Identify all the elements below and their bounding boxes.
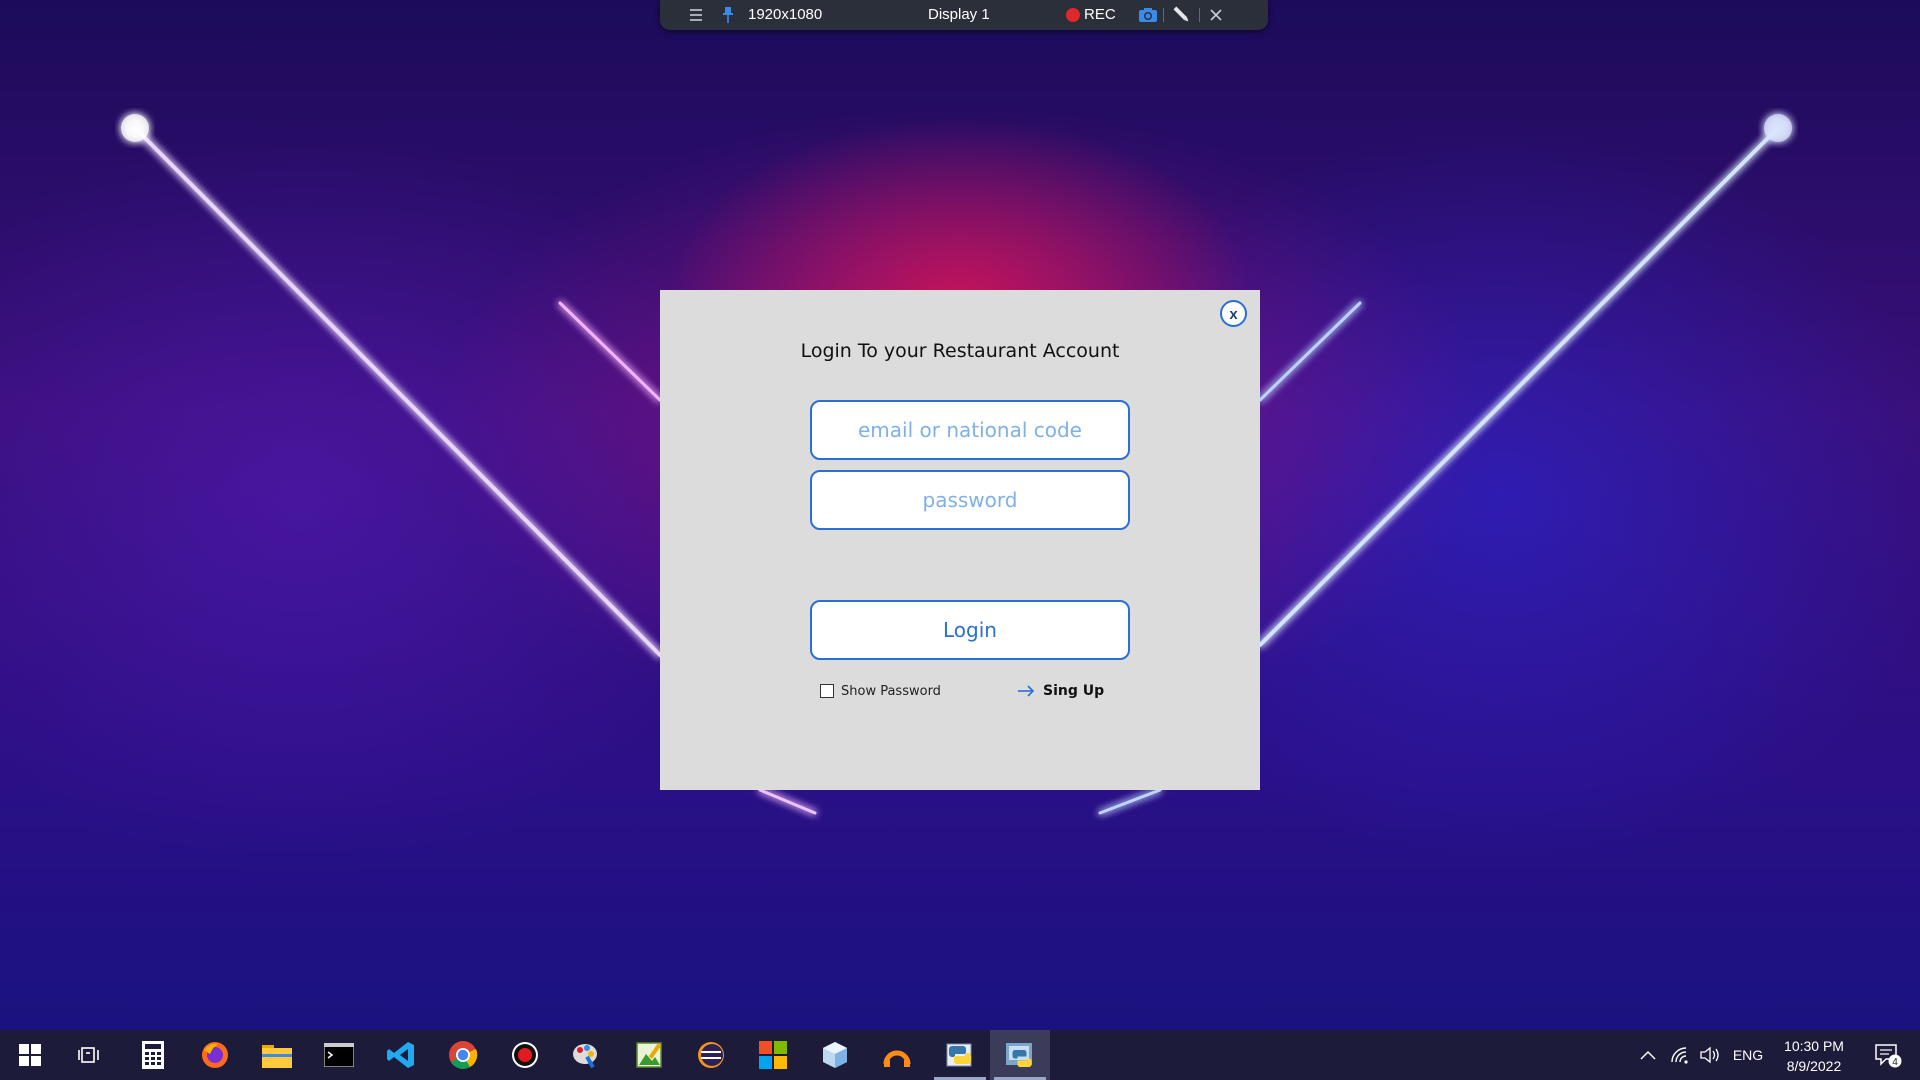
file-explorer-icon[interactable] xyxy=(247,1030,307,1080)
network-icon[interactable] xyxy=(1666,1030,1694,1080)
clock-time: 10:30 PM xyxy=(1784,1038,1844,1054)
virtualbox-icon[interactable] xyxy=(805,1030,865,1080)
terminal-icon[interactable] xyxy=(309,1030,369,1080)
record-label: REC xyxy=(1084,6,1116,23)
calculator-icon[interactable] xyxy=(123,1030,183,1080)
camera-icon[interactable] xyxy=(1138,0,1160,30)
paint-icon[interactable] xyxy=(557,1030,617,1080)
chrome-icon[interactable] xyxy=(433,1030,493,1080)
toolbar-divider xyxy=(1163,8,1164,22)
python-idle-icon[interactable] xyxy=(930,1030,990,1080)
show-password-label: Show Password xyxy=(841,683,941,699)
vscode-icon[interactable] xyxy=(371,1030,431,1080)
task-view-icon[interactable] xyxy=(60,1030,120,1080)
display-selector[interactable]: Display 1 xyxy=(928,0,990,30)
signup-label: Sing Up xyxy=(1043,683,1105,699)
hamburger-icon[interactable] xyxy=(688,0,706,30)
show-password-checkbox[interactable] xyxy=(820,684,834,698)
close-icon[interactable] xyxy=(1208,0,1226,30)
notification-icon[interactable]: 4 xyxy=(1866,1030,1910,1080)
pin-icon[interactable] xyxy=(720,0,736,30)
remote-desktop-toolbar: 1920x1080 Display 1 REC xyxy=(660,0,1268,30)
show-password-toggle[interactable]: Show Password xyxy=(820,682,941,700)
windows-start-icon[interactable] xyxy=(0,1030,60,1080)
record-dot-icon xyxy=(1066,8,1080,22)
taskbar: ENG 10:30 PM 8/9/2022 4 xyxy=(0,1030,1920,1080)
eclipse-icon[interactable] xyxy=(681,1030,741,1080)
password-field[interactable] xyxy=(810,470,1130,530)
chevron-up-icon[interactable] xyxy=(1636,1030,1660,1080)
volume-icon[interactable] xyxy=(1696,1030,1724,1080)
python-app-icon[interactable] xyxy=(990,1030,1050,1080)
image-editor-icon[interactable] xyxy=(619,1030,679,1080)
record-button[interactable]: REC xyxy=(1066,0,1116,30)
dialog-title: Login To your Restaurant Account xyxy=(800,340,1120,362)
notification-count: 4 xyxy=(1892,1057,1898,1068)
login-dialog: x Login To your Restaurant Account Login… xyxy=(660,290,1260,790)
store-icon[interactable] xyxy=(743,1030,803,1080)
arrow-right-icon xyxy=(1018,685,1035,697)
toolbar-divider xyxy=(1199,8,1200,22)
signup-link[interactable]: Sing Up xyxy=(1017,682,1104,700)
login-button[interactable]: Login xyxy=(810,600,1130,660)
resolution-label: 1920x1080 xyxy=(748,6,823,23)
language-indicator[interactable]: ENG xyxy=(1728,1030,1768,1080)
orange-app-icon[interactable] xyxy=(867,1030,927,1080)
clock[interactable]: 10:30 PM 8/9/2022 xyxy=(1776,1036,1852,1076)
dialog-close-button[interactable]: x xyxy=(1220,300,1247,327)
pen-icon[interactable] xyxy=(1172,0,1192,30)
record-icon[interactable] xyxy=(495,1030,555,1080)
email-field[interactable] xyxy=(810,400,1130,460)
firefox-icon[interactable] xyxy=(185,1030,245,1080)
clock-date: 8/9/2022 xyxy=(1786,1058,1842,1074)
